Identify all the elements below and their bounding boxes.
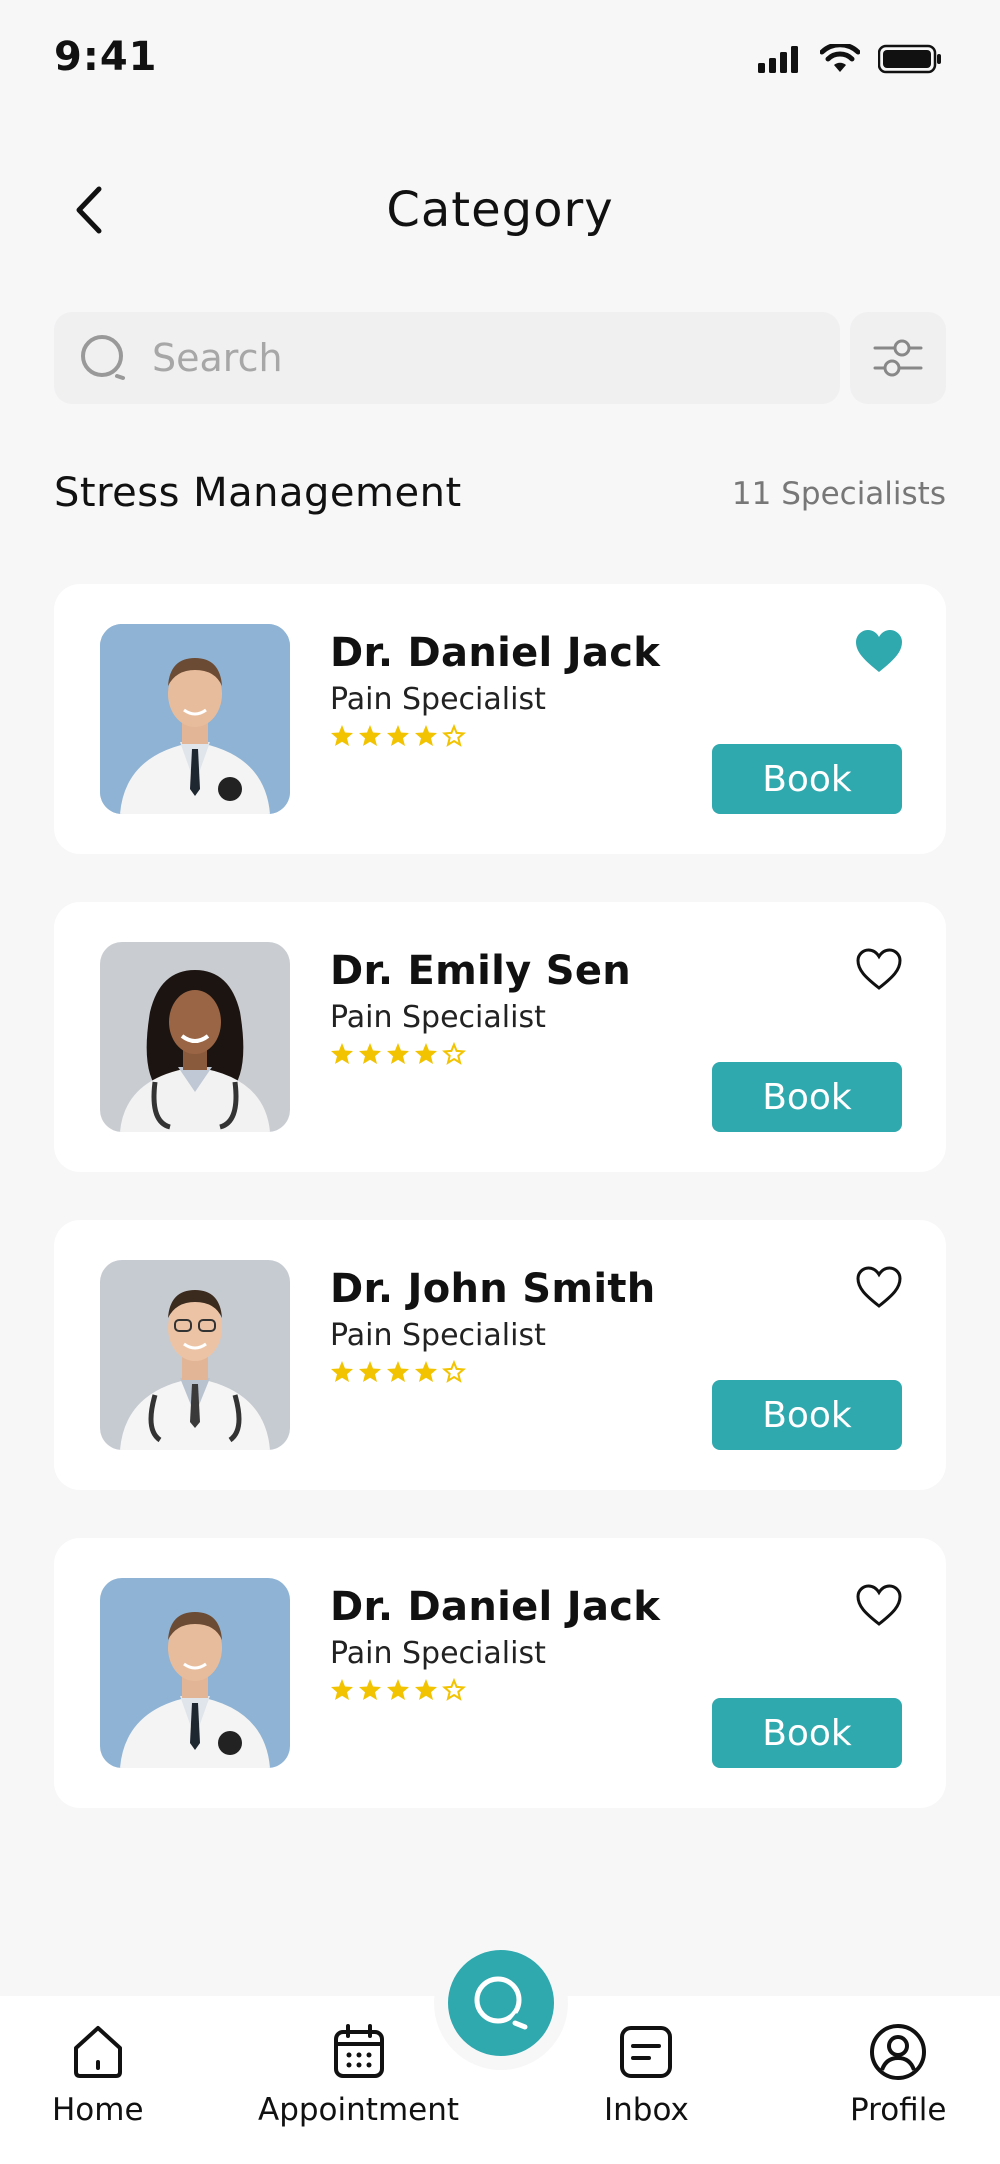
doctor-name: Dr. Daniel Jack (330, 630, 661, 676)
rating-stars (330, 724, 466, 748)
doctor-name: Dr. John Smith (330, 1266, 656, 1312)
star-filled-icon (387, 725, 409, 746)
search-bar[interactable] (54, 312, 840, 404)
doctor-card[interactable]: Dr. Emily Sen Pain Specialist Book (54, 902, 946, 1172)
screen: 9:41 Category Search Stress Management 1… (0, 0, 1000, 2164)
search-icon (81, 335, 125, 381)
doctor-photo (100, 1578, 290, 1768)
rating-stars (330, 1360, 466, 1384)
book-button[interactable]: Book (712, 1062, 902, 1132)
doctor-photo (100, 1260, 290, 1450)
star-outline-icon (442, 1678, 466, 1701)
star-filled-icon (387, 1043, 409, 1064)
status-time: 9:41 (54, 34, 158, 80)
doctor-card[interactable]: Dr. Daniel Jack Pain Specialist Book (54, 584, 946, 854)
section-title: Stress Management (54, 470, 462, 516)
star-filled-icon (359, 1361, 381, 1382)
nav-item-profile[interactable]: Profile (850, 2022, 946, 2128)
nav-item-appointment[interactable]: Appointment (258, 2022, 459, 2128)
doctor-card[interactable]: Dr. Daniel Jack Pain Specialist Book (54, 1538, 946, 1808)
doctor-card[interactable]: Dr. John Smith Pain Specialist Book (54, 1220, 946, 1490)
fab-search-button[interactable] (448, 1950, 554, 2056)
nav-label: Appointment (258, 2092, 460, 2128)
star-filled-icon (359, 1043, 381, 1064)
status-bar: 9:41 (0, 0, 1000, 120)
book-button[interactable]: Book (712, 1380, 902, 1450)
battery-icon (878, 44, 941, 74)
doctor-name: Dr. Emily Sen (330, 948, 632, 994)
star-filled-icon (387, 1361, 409, 1382)
specialists-count: 11 Specialists (731, 476, 946, 512)
header: Category (0, 160, 1000, 260)
star-filled-icon (359, 1679, 381, 1700)
star-filled-icon (331, 1361, 353, 1382)
rating-stars (330, 1042, 466, 1066)
heart-outline-icon[interactable] (854, 1264, 904, 1310)
doctor-specialty: Pain Specialist (330, 1318, 546, 1353)
doctor-specialty: Pain Specialist (330, 1636, 546, 1671)
star-filled-icon (359, 725, 381, 746)
home-icon (73, 2026, 122, 2078)
doctor-photo (100, 942, 290, 1132)
calendar-icon (333, 2024, 384, 2078)
rating-stars (330, 1678, 466, 1702)
doctor-specialty: Pain Specialist (330, 1000, 546, 1035)
star-filled-icon (387, 1679, 409, 1700)
star-filled-icon (415, 1043, 437, 1064)
nav-label: Profile (850, 2092, 947, 2128)
heart-filled-icon[interactable] (854, 628, 904, 674)
nav-item-home[interactable]: Home (52, 2022, 144, 2128)
doctor-photo (100, 624, 290, 814)
nav-label: Home (52, 2092, 144, 2128)
sliders-icon (873, 339, 923, 377)
signal-icon (758, 46, 798, 73)
star-outline-icon (442, 724, 466, 747)
star-filled-icon (415, 725, 437, 746)
star-filled-icon (415, 1679, 437, 1700)
book-button[interactable]: Book (712, 744, 902, 814)
wifi-icon (820, 44, 860, 72)
search-icon (474, 1976, 528, 2030)
nav-label: Inbox (604, 2092, 689, 2128)
search-input[interactable] (152, 336, 772, 380)
heart-outline-icon[interactable] (854, 946, 904, 992)
doctor-specialty: Pain Specialist (330, 682, 546, 717)
filter-button[interactable] (850, 312, 946, 404)
page-title: Category (386, 182, 614, 238)
star-outline-icon (442, 1360, 466, 1383)
star-filled-icon (331, 1043, 353, 1064)
heart-outline-icon[interactable] (854, 1582, 904, 1628)
nav-item-inbox[interactable]: Inbox (604, 2022, 689, 2128)
star-outline-icon (442, 1042, 466, 1065)
status-icons (758, 44, 942, 74)
star-filled-icon (331, 725, 353, 746)
star-filled-icon (331, 1679, 353, 1700)
doctor-name: Dr. Daniel Jack (330, 1584, 661, 1630)
book-button[interactable]: Book (712, 1698, 902, 1768)
inbox-icon (620, 2026, 673, 2078)
profile-icon (870, 2024, 927, 2080)
star-filled-icon (415, 1361, 437, 1382)
